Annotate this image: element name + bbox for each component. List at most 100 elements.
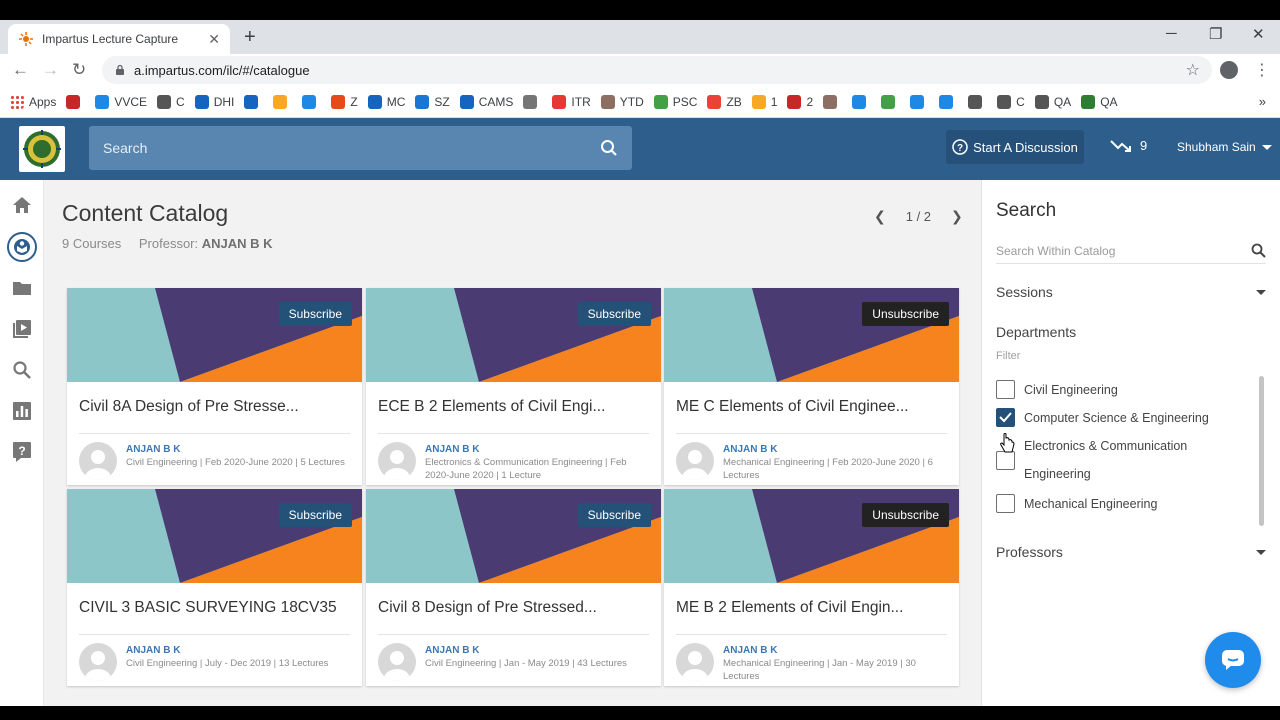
bookmark-item[interactable]: MC xyxy=(367,94,405,109)
bookmark-item[interactable] xyxy=(881,94,900,109)
menu-icon[interactable]: ⋮ xyxy=(1254,60,1270,80)
bookmark-item[interactable] xyxy=(968,94,987,109)
bookmark-item[interactable]: 2 xyxy=(787,94,813,109)
reload-icon[interactable]: ↻ xyxy=(72,60,86,80)
professors-section[interactable]: Professors xyxy=(996,544,1266,560)
professor-link[interactable]: ANJAN B K xyxy=(723,645,777,656)
department-checkbox[interactable] xyxy=(996,494,1015,513)
bookmark-star-icon[interactable]: ☆ xyxy=(1186,60,1200,80)
bookmark-item[interactable]: Apps xyxy=(10,94,56,109)
bookmark-favicon-icon xyxy=(415,94,430,109)
start-discussion-button[interactable]: ? Start A Discussion xyxy=(946,130,1084,164)
subscribe-button[interactable]: Subscribe xyxy=(278,503,352,527)
bookmark-item[interactable] xyxy=(852,94,871,109)
professor-link[interactable]: ANJAN B K xyxy=(425,444,479,455)
browser-tab[interactable]: Impartus Lecture Capture ✕ xyxy=(8,24,230,54)
new-tab-icon[interactable]: + xyxy=(244,26,256,49)
bookmark-item[interactable]: ITR xyxy=(552,94,591,109)
course-card[interactable]: Subscribe CIVIL 3 BASIC SURVEYING 18CV35 A… xyxy=(67,489,362,686)
back-icon[interactable]: ← xyxy=(12,60,29,80)
course-title[interactable]: ECE B 2 Elements of Civil Engi... xyxy=(378,398,648,416)
department-checkbox[interactable] xyxy=(996,380,1015,399)
professor-link[interactable]: ANJAN B K xyxy=(723,444,777,455)
bookmark-item[interactable]: DHI xyxy=(194,94,234,109)
course-title[interactable]: ME C Elements of Civil Enginee... xyxy=(676,398,946,416)
course-title[interactable]: CIVIL 3 BASIC SURVEYING 18CV35 xyxy=(79,599,349,617)
department-option[interactable]: Civil Engineering xyxy=(996,376,1214,404)
analytics-icon[interactable] xyxy=(9,398,35,424)
close-window-icon[interactable]: ✕ xyxy=(1252,25,1265,43)
unsubscribe-button[interactable]: Unsubscribe xyxy=(862,503,949,527)
catalog-search-input[interactable] xyxy=(996,243,1251,258)
institution-logo[interactable] xyxy=(19,126,65,172)
course-title[interactable]: Civil 8A Design of Pre Stresse... xyxy=(79,398,349,416)
bookmark-item[interactable]: SZ xyxy=(415,94,450,109)
professor-link[interactable]: ANJAN B K xyxy=(126,645,180,656)
bookmark-item[interactable]: Z xyxy=(331,94,358,109)
bookmark-item[interactable]: C xyxy=(997,94,1025,109)
home-icon[interactable] xyxy=(9,192,35,218)
bookmark-item[interactable]: QA xyxy=(1081,94,1118,109)
course-title[interactable]: ME B 2 Elements of Civil Engin... xyxy=(676,599,946,617)
course-card[interactable]: Unsubscribe ME B 2 Elements of Civil Engi… xyxy=(664,489,959,686)
bookmark-item[interactable] xyxy=(66,94,85,109)
departments-section: Departments xyxy=(996,324,1266,340)
catalog-icon[interactable] xyxy=(7,232,37,262)
subscribe-button[interactable]: Subscribe xyxy=(278,302,352,326)
bookmark-item[interactable] xyxy=(823,94,842,109)
catalog-search[interactable] xyxy=(996,238,1266,264)
bookmark-item[interactable] xyxy=(273,94,292,109)
course-card[interactable]: Subscribe ECE B 2 Elements of Civil Engi.… xyxy=(366,288,661,485)
bookmark-item[interactable]: 1 xyxy=(751,94,777,109)
bookmark-item[interactable]: C xyxy=(157,94,185,109)
subscribe-button[interactable]: Subscribe xyxy=(577,503,651,527)
help-icon[interactable]: ? xyxy=(9,439,35,465)
global-search[interactable] xyxy=(89,126,632,170)
tab-close-icon[interactable]: ✕ xyxy=(208,31,220,48)
bookmark-item[interactable]: ZB xyxy=(707,94,742,109)
bookmark-item[interactable] xyxy=(302,94,321,109)
search-icon[interactable] xyxy=(600,139,618,157)
departments-scrollbar[interactable] xyxy=(1259,376,1264,526)
bookmark-item[interactable] xyxy=(523,94,542,109)
department-option[interactable]: Mechanical Engineering xyxy=(996,490,1214,518)
bookmark-item[interactable] xyxy=(939,94,958,109)
professor-link[interactable]: ANJAN B K xyxy=(126,444,180,455)
course-card[interactable]: Unsubscribe ME C Elements of Civil Engine… xyxy=(664,288,959,485)
chat-launcher-button[interactable] xyxy=(1205,632,1261,688)
forward-icon[interactable]: → xyxy=(42,60,59,80)
department-option[interactable]: Computer Science & Engineering xyxy=(996,404,1214,432)
account-icon[interactable] xyxy=(1220,61,1238,79)
video-library-icon[interactable] xyxy=(9,316,35,342)
divider xyxy=(79,634,350,635)
course-card[interactable]: Subscribe Civil 8A Design of Pre Stresse.… xyxy=(67,288,362,485)
global-search-input[interactable] xyxy=(103,140,600,156)
bookmark-item[interactable]: YTD xyxy=(600,94,644,109)
folder-icon[interactable] xyxy=(9,275,35,301)
unsubscribe-button[interactable]: Unsubscribe xyxy=(862,302,949,326)
minimize-icon[interactable]: ─ xyxy=(1166,25,1177,42)
prev-page-icon[interactable]: ❮ xyxy=(870,208,890,225)
bookmark-item[interactable]: VVCE xyxy=(95,94,147,109)
address-bar[interactable]: a.impartus.com/ilc/#/catalogue ☆ xyxy=(102,56,1212,84)
restore-icon[interactable]: ❐ xyxy=(1209,25,1222,43)
course-card[interactable]: Subscribe Civil 8 Design of Pre Stressed.… xyxy=(366,489,661,686)
department-checkbox[interactable] xyxy=(996,408,1015,427)
sessions-section[interactable]: Sessions xyxy=(996,284,1266,300)
trending-counter[interactable]: 9 xyxy=(1110,138,1147,153)
search-icon[interactable] xyxy=(1251,243,1266,258)
department-option[interactable]: Electronics & Communication Engineering xyxy=(996,432,1214,488)
bookmark-item[interactable]: PSC xyxy=(653,94,697,109)
professor-link[interactable]: ANJAN B K xyxy=(425,645,479,656)
department-filter[interactable]: Filter xyxy=(996,350,1020,362)
course-title[interactable]: Civil 8 Design of Pre Stressed... xyxy=(378,599,648,617)
bookmark-item[interactable]: CAMS xyxy=(459,94,513,109)
bookmark-item[interactable] xyxy=(244,94,263,109)
next-page-icon[interactable]: ❯ xyxy=(947,208,967,225)
user-menu[interactable]: Shubham Sain xyxy=(1177,140,1272,154)
more-bookmarks-icon[interactable]: » xyxy=(1259,94,1266,109)
search-icon[interactable] xyxy=(9,357,35,383)
subscribe-button[interactable]: Subscribe xyxy=(577,302,651,326)
bookmark-item[interactable] xyxy=(910,94,929,109)
bookmark-item[interactable]: QA xyxy=(1034,94,1071,109)
